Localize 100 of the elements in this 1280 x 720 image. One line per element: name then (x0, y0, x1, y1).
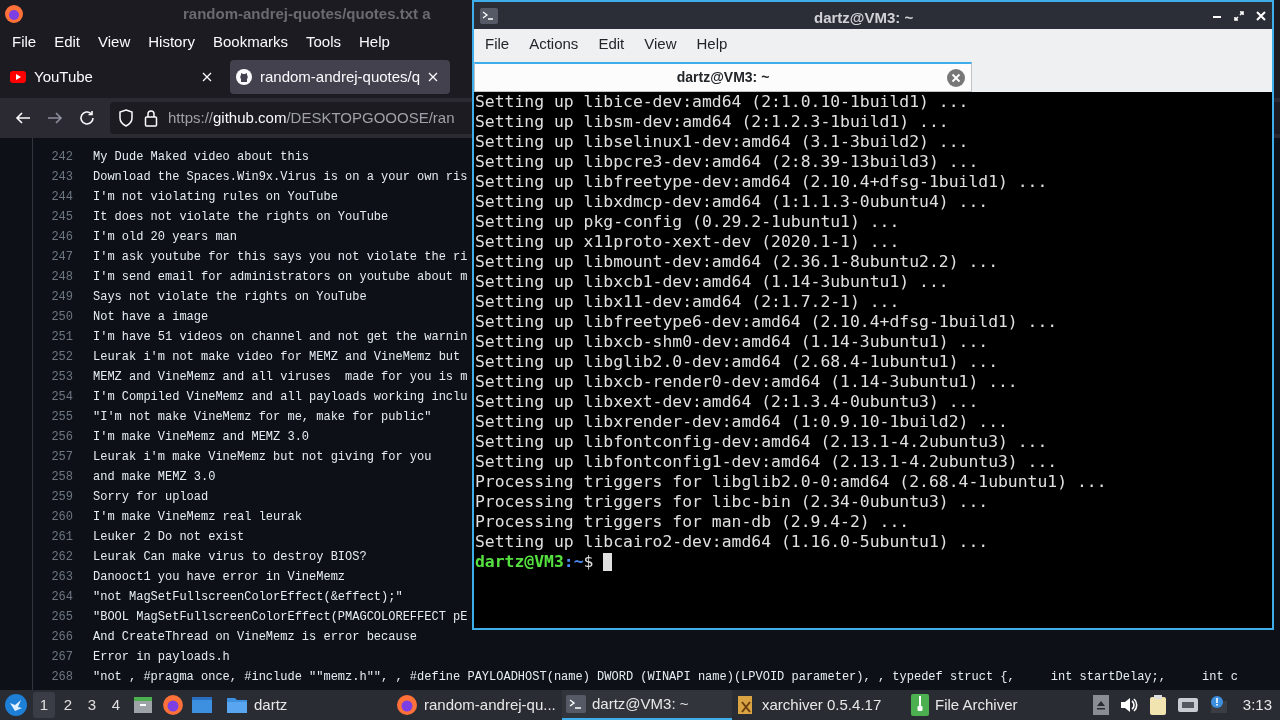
code-line: And CreateThread on VineMemz is error because (93, 629, 418, 646)
notification-icon[interactable] (1208, 695, 1229, 715)
line-number: 253 (50, 369, 73, 386)
code-line: Leurak Can make virus to destroy BIOS? (93, 549, 367, 566)
code-line: MEMZ and VineMemz and all viruses made for you is m (93, 369, 468, 386)
terminal-line: Processing triggers for libglib2.0-0:amd64 (2.68.4-1ubuntu1) ... (475, 472, 1108, 492)
menu-item[interactable]: Bookmarks (204, 30, 296, 54)
line-number: 242 (50, 149, 73, 166)
menu-item[interactable]: History (140, 30, 203, 54)
menu-item[interactable]: Tools (298, 30, 349, 54)
terminal-line: Setting up libfreetype-dev:amd64 (2.10.4+dfsg-1build1) ... (475, 172, 1049, 192)
code-line: I'm ask youtube for this says you not violate the ri (93, 249, 468, 266)
browser-tab[interactable]: YouTube (4, 60, 224, 94)
archive-icon[interactable] (133, 695, 153, 715)
firefox-icon (396, 694, 418, 716)
terminal-line: Setting up libfreetype6-dev:amd64 (2.10.4+dfsg-1build1) ... (475, 312, 1059, 332)
close-icon[interactable] (1256, 10, 1266, 21)
terminal-line: Setting up libxrender-dev:amd64 (1:0.9.10-1build2) ... (475, 412, 1009, 432)
eject-icon[interactable] (1092, 695, 1109, 715)
workspace-button[interactable]: 2 (57, 692, 79, 718)
line-number: 246 (50, 229, 73, 246)
firefox-icon[interactable] (162, 694, 184, 716)
code-line: Sorry for upload (93, 489, 209, 506)
taskbar-button[interactable]: dartz@VM3: ~ (562, 690, 732, 720)
code-line: Error in payloads.h (93, 649, 230, 666)
maximize-icon[interactable] (1234, 10, 1244, 21)
reload-icon[interactable] (78, 109, 96, 127)
taskbar-button[interactable]: File Archiver (907, 690, 1057, 720)
terminal-line: Setting up x11proto-xext-dev (2020.1-1) ... (475, 232, 901, 252)
network-icon[interactable] (1176, 696, 1199, 714)
close-tab-icon[interactable] (947, 68, 965, 87)
menu-item[interactable]: Actions (520, 32, 588, 56)
terminal-icon (480, 7, 498, 24)
menu-item[interactable]: View (635, 32, 686, 56)
line-number: 261 (50, 529, 73, 546)
menu-item[interactable]: Help (351, 30, 398, 54)
line-number: 262 (50, 549, 73, 566)
url-field[interactable]: https://github.com/DESKTOPGOOOSE/ran (168, 106, 455, 130)
line-number: 244 (50, 189, 73, 206)
terminal-line: Setting up libxcb-render0-dev:amd64 (1.14-3ubuntu1) ... (475, 372, 1019, 392)
menu-item[interactable]: Edit (46, 30, 89, 54)
workspace-button[interactable]: 3 (81, 692, 103, 718)
line-number: 252 (50, 349, 73, 366)
menu-item[interactable]: Edit (589, 32, 634, 56)
menu-item[interactable]: File (476, 32, 519, 56)
taskbar-button[interactable]: dartz (222, 690, 392, 720)
start-menu-icon[interactable] (5, 694, 27, 716)
terminal-line: Processing triggers for man-db (2.9.4-2) ... (475, 512, 911, 532)
terminal-line: Processing triggers for libc-bin (2.34-0ubuntu3) ... (475, 492, 990, 512)
terminal-line: Setting up libx11-dev:amd64 (2:1.7.2-1) ... (475, 292, 901, 312)
line-number: 259 (50, 489, 73, 506)
terminal-line: Setting up libmount-dev:amd64 (2.36.1-8ubuntu2.2) ... (475, 252, 999, 272)
taskbar-button[interactable]: random-andrej-qu... (392, 690, 562, 720)
terminal-line: Setting up libcairo2-dev:amd64 (1.16.0-5ubuntu1) ... (475, 532, 990, 552)
clock[interactable]: 3:13 (1242, 693, 1272, 717)
workspace-button[interactable]: 1 (33, 692, 55, 718)
browser-tab[interactable]: random-andrej-quotes/q (230, 60, 450, 94)
terminal-line: Setting up libice-dev:amd64 (2:1.0.10-1build1) ... (475, 92, 970, 112)
code-line: and make MEMZ 3.0 (93, 469, 216, 486)
code-line: Says not violate the rights on YouTube (93, 289, 367, 306)
code-line: I'm Compiled VineMemz and all payloads working inclu (93, 389, 468, 406)
terminal-line: Setting up libfontconfig-dev:amd64 (2.13.1-4.2ubuntu3) ... (475, 432, 1049, 452)
code-line: I'm have 51 videos on channel and not get the warnin (93, 329, 468, 346)
clipboard-icon[interactable] (1148, 694, 1167, 716)
code-line: Leuker 2 Do not exist (93, 529, 245, 546)
line-number: 256 (50, 429, 73, 446)
window-title: dartz@VM3: ~ (814, 8, 914, 28)
menu-item[interactable]: File (4, 30, 45, 54)
folder-icon (226, 696, 248, 714)
line-number: 243 (50, 169, 73, 186)
close-icon[interactable] (202, 72, 212, 82)
shield-icon[interactable] (118, 109, 134, 127)
line-number: 248 (50, 269, 73, 286)
code-line: I'm make VineMemz and MEMZ 3.0 (93, 429, 310, 446)
firefox-logo-icon (4, 4, 24, 24)
terminal-tab[interactable]: dartz@VM3: ~ (474, 62, 972, 92)
line-number: 268 (50, 669, 73, 686)
terminal-line: Setting up libpcre3-dev:amd64 (2:8.39-13build3) ... (475, 152, 980, 172)
prompt-path: :~ (563, 552, 584, 572)
code-line: It does not violate the rights on YouTube (93, 209, 389, 226)
code-line: "I'm not make VineMemz for me, make for public" (93, 409, 432, 426)
taskbar-button[interactable]: xarchiver 0.5.4.17 (732, 690, 907, 720)
line-number: 265 (50, 609, 73, 626)
terminal-line: Setting up libglib2.0-dev:amd64 (2.68.4-1ubuntu1) ... (475, 352, 999, 372)
line-number: 250 (50, 309, 73, 326)
window-icon[interactable] (191, 695, 213, 715)
code-line: Leurak i'm make VineMemz but not giving for you (93, 449, 432, 466)
workspace-button[interactable]: 4 (105, 692, 127, 718)
menu-item[interactable]: View (90, 30, 139, 54)
line-number: 254 (50, 389, 73, 406)
menu-item[interactable]: Help (687, 32, 737, 56)
speaker-icon[interactable] (1118, 696, 1139, 714)
prompt-symbol: $ (583, 552, 594, 572)
play-icon (10, 71, 26, 83)
line-number: 264 (50, 589, 73, 606)
line-number: 260 (50, 509, 73, 526)
code-line: Download the Spaces.Win9x.Virus is on a your own ris (93, 169, 468, 186)
terminal-line: Setting up libfontconfig1-dev:amd64 (2.13.1-4.2ubuntu3) ... (475, 452, 1059, 472)
close-icon[interactable] (428, 72, 438, 82)
terminal-line: Setting up libxext-dev:amd64 (2:1.3.4-0ubuntu3) ... (475, 392, 980, 412)
